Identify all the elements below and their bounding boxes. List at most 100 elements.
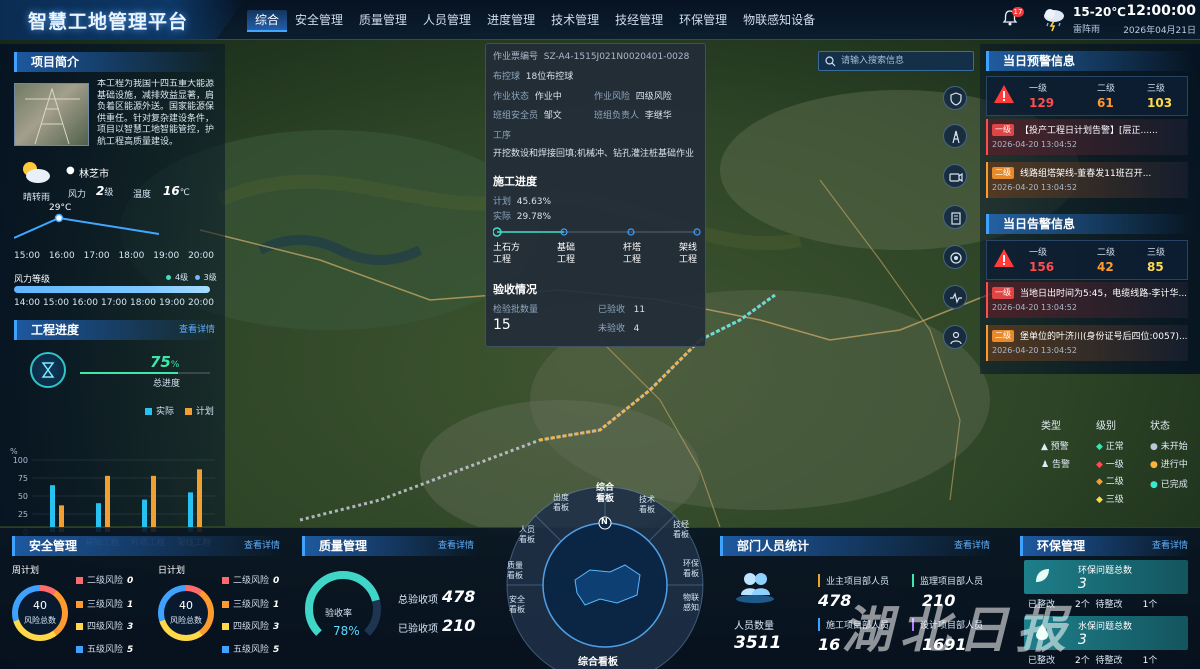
- weekly-risk-l3: 三级风险 1: [76, 597, 133, 610]
- people-icon: [734, 568, 776, 604]
- daily-risk-donut: 40 风险总数: [158, 585, 214, 641]
- nav-tab-safety[interactable]: 安全管理: [287, 10, 351, 32]
- alarm-level-1-label: 一级: [1029, 248, 1048, 258]
- safety-officer-value: 邹文: [543, 111, 562, 121]
- warning-level-2: 二级 61: [1097, 81, 1115, 110]
- stage-earthwork: 土石方 工程: [493, 243, 521, 265]
- weekly-risk-l2: 二级风险 0: [76, 573, 133, 586]
- alarm-item[interactable]: 二级 堡单位的叶济川(身份证号后四位:0057)... 2026-04-20 1…: [986, 325, 1188, 361]
- nav-tab-environment[interactable]: 环保管理: [671, 10, 735, 32]
- progress-bar-track: [80, 372, 210, 374]
- warning-item[interactable]: 一级 【投产工程日计划告警】[层正...... 2026-04-20 13:04…: [986, 119, 1188, 155]
- nav-tab-personnel[interactable]: 人员管理: [415, 10, 479, 32]
- compass-sector-safety[interactable]: 安全 看板: [509, 595, 525, 615]
- worker-icon[interactable]: [943, 325, 967, 349]
- notification-bell-icon[interactable]: 17: [1001, 7, 1024, 29]
- stage-timeline: [493, 227, 701, 237]
- compass-sector-technical[interactable]: 技术 看板: [639, 495, 655, 515]
- tower-icon[interactable]: [943, 124, 967, 148]
- progress-more-link[interactable]: 查看详情: [179, 320, 215, 340]
- compass-sector-schedule[interactable]: 出度 看板: [553, 493, 569, 513]
- compass-sector-quality[interactable]: 质量 看板: [507, 561, 523, 581]
- temp-tick: 15:00: [14, 251, 40, 261]
- staff-owner-label: 业主项目部人员: [818, 574, 889, 587]
- plan-row: 计划 45.63%: [493, 194, 551, 207]
- progress-percent-value: 75: [150, 353, 171, 371]
- env-more-link[interactable]: 查看详情: [1152, 536, 1188, 556]
- legend-status-in-progress: ● 进行中: [1150, 460, 1188, 470]
- search-input[interactable]: [841, 52, 971, 70]
- order-label: 作业票编号: [493, 52, 539, 62]
- temp-tick: 18:00: [118, 251, 145, 261]
- leader-value: 李继华: [644, 111, 672, 121]
- compass-center-top[interactable]: 综合 看板: [589, 483, 621, 505]
- alarm-triangle-icon: [993, 247, 1015, 272]
- alarm-level-1: 一级 156: [1029, 245, 1054, 274]
- nav-tab-iot[interactable]: 物联感知设备: [735, 10, 823, 32]
- shield-icon[interactable]: [943, 86, 967, 110]
- bar-actual: [50, 485, 55, 532]
- env-title: 环保管理 查看详情: [1020, 536, 1192, 556]
- total-acceptance-label: 总验收项: [398, 595, 438, 606]
- heartbeat-icon[interactable]: [943, 285, 967, 309]
- alarm-item[interactable]: 一级 当地日出时间为5:45，电缆线路-李计华... 2026-04-20 13…: [986, 282, 1188, 318]
- env-card-environment[interactable]: 环保问题总数 3: [1024, 560, 1188, 594]
- wind-tick: 14:00: [14, 298, 40, 308]
- alarm-item-tag: 二级: [992, 330, 1014, 342]
- env-card-water[interactable]: 水保问题总数 3: [1024, 616, 1188, 650]
- env-pending-label: 待整改: [1095, 600, 1123, 610]
- order-value: SZ-A4-1515J021N0020401-0028: [543, 52, 690, 62]
- nav-tab-economics[interactable]: 技经管理: [607, 10, 671, 32]
- compass-sector-personnel[interactable]: 人员 看板: [519, 525, 535, 545]
- warning-item-tag: 一级: [992, 124, 1014, 136]
- weekly-risk-l4: 四级风险 3: [76, 619, 133, 632]
- building-icon[interactable]: [943, 205, 967, 229]
- top-header: 智慧工地管理平台 综合 安全管理 质量管理 人员管理 进度管理 技术管理 技经管…: [0, 0, 1200, 40]
- weekly-risk-total-label: 风险总数: [24, 616, 56, 625]
- staff-more-link[interactable]: 查看详情: [954, 536, 990, 556]
- nav-tab-schedule[interactable]: 进度管理: [479, 10, 543, 32]
- water-drop-icon: [1032, 622, 1052, 645]
- nav-tab-technical[interactable]: 技术管理: [543, 10, 607, 32]
- warning-item[interactable]: 二级 线路组塔架线-董春发11班召开... 2026-04-20 13:04:5…: [986, 162, 1188, 198]
- notification-count-badge: 17: [1012, 7, 1024, 17]
- daily-risk-total-label: 风险总数: [170, 616, 202, 625]
- compass-sector-environment[interactable]: 环保 看板: [683, 559, 699, 579]
- progress-label: 总进度: [153, 379, 181, 389]
- water-fixed-unit: 个: [1080, 656, 1090, 666]
- legend-alarm-icon: ♟: [1041, 460, 1050, 470]
- warning-item-text: 【投产工程日计划告警】[层正......: [1020, 126, 1158, 136]
- risk-row: 作业风险 四级风险: [594, 89, 672, 102]
- env-fixed-unit: 个: [1080, 600, 1090, 610]
- y-tick-label: 25: [18, 510, 28, 519]
- camera-icon[interactable]: [943, 164, 967, 188]
- done-acceptance-value: 210: [442, 616, 476, 635]
- progress-title: 工程进度 查看详情: [14, 320, 219, 340]
- safety-more-link[interactable]: 查看详情: [244, 536, 280, 556]
- nav-tab-quality[interactable]: 质量管理: [351, 10, 415, 32]
- main-nav: 综合 安全管理 质量管理 人员管理 进度管理 技术管理 技经管理 环保管理 物联…: [247, 10, 823, 32]
- search-icon[interactable]: [825, 56, 836, 67]
- water-fixed-label: 已整改: [1028, 656, 1056, 666]
- weather-condition: 雷阵雨: [1073, 25, 1101, 35]
- legend-status-complete-text: 已完成: [1160, 480, 1188, 490]
- legend-level-2-text: 二级: [1105, 477, 1124, 487]
- order-row: 作业票编号 SZ-A4-1515J021N0020401-0028: [493, 49, 689, 62]
- acceptance-title: 验收情况: [493, 283, 537, 296]
- compass-sector-economics[interactable]: 技经 看板: [673, 520, 689, 540]
- clock-date: 2026年04月21日: [1123, 26, 1196, 36]
- alarm-item-time: 2026-04-20 13:04:52: [992, 303, 1077, 312]
- compass-bottom-label[interactable]: 综合看板: [578, 653, 618, 668]
- compass-sector-iot[interactable]: 物联 感知: [683, 593, 699, 613]
- staff-construction-value: 16: [818, 635, 841, 654]
- section-value: 18位布控球: [525, 72, 574, 82]
- warning-item-tag: 二级: [992, 167, 1014, 179]
- safety-officer-label: 班组安全员: [493, 111, 539, 121]
- weekly-risk-total: 40: [33, 599, 47, 612]
- quality-more-link[interactable]: 查看详情: [438, 536, 474, 556]
- staff-owner-value: 478: [818, 591, 852, 610]
- wind-tick: 16:00: [72, 298, 98, 308]
- nav-tab-overview[interactable]: 综合: [247, 10, 288, 32]
- warning-level-1: 一级 129: [1029, 81, 1054, 110]
- target-icon[interactable]: [943, 245, 967, 269]
